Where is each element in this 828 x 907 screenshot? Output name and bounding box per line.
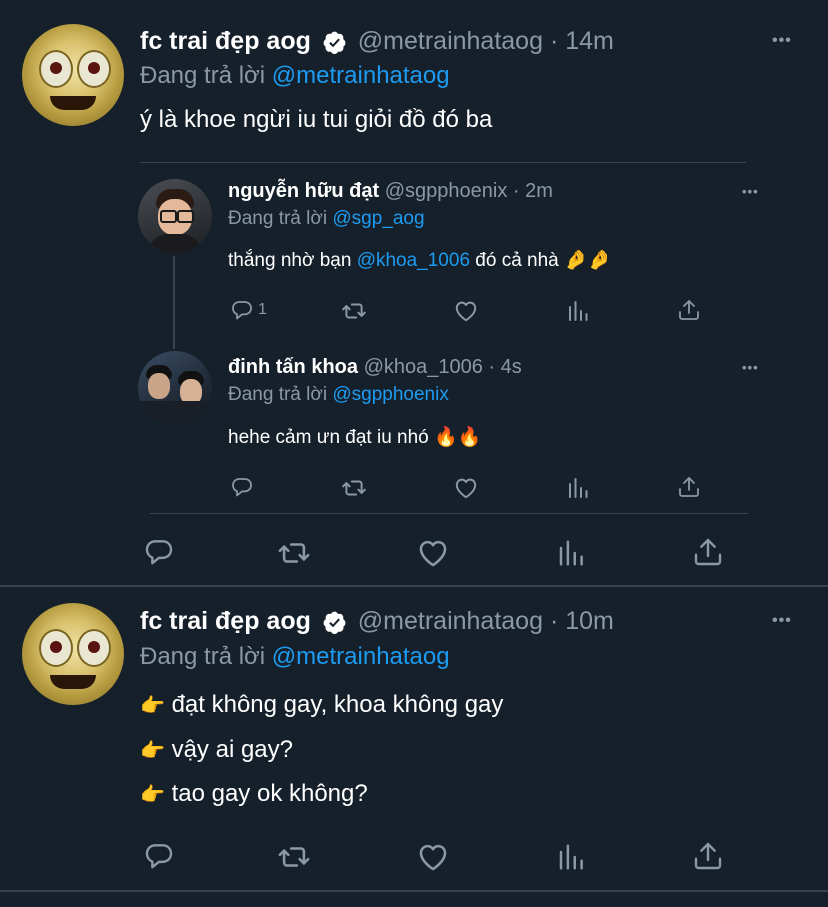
analytics-button[interactable]	[556, 536, 586, 570]
like-button[interactable]	[453, 298, 479, 324]
tweet-text: hehe cảm ưn đạt iu nhó	[228, 427, 435, 448]
tweet-1[interactable]: fc trai đẹp aog @metrainhataog · 14m •••…	[0, 0, 828, 585]
more-options-icon[interactable]: •••	[772, 612, 792, 630]
retweet-button[interactable]	[341, 475, 367, 501]
replying-to-label: Đang trả lời	[140, 62, 266, 89]
replying-to-link[interactable]: @metrainhataog	[272, 62, 450, 89]
retweet-icon	[277, 840, 311, 874]
tweet-2[interactable]: fc trai đẹp aog @metrainhataog · 10m •••…	[0, 587, 828, 891]
replying-to-link[interactable]: @metrainhataog	[272, 643, 450, 670]
tweet-text: vậy ai gay?	[171, 736, 293, 763]
retweet-icon	[277, 536, 311, 570]
tweet-text: tao gay ok không?	[171, 780, 368, 807]
reply-icon	[230, 298, 254, 322]
tweet-line: 👉 vậy ai gay?	[140, 736, 293, 764]
avatar[interactable]	[138, 351, 212, 425]
replying-to-link[interactable]: @sgp_aog	[332, 208, 424, 229]
analytics-icon	[566, 298, 590, 324]
timestamp[interactable]: 4s	[501, 356, 522, 378]
display-name[interactable]: đinh tấn khoa	[228, 356, 358, 378]
heart-icon	[453, 298, 479, 324]
tweet-text: ý là khoe ngừi iu tui giỏi đồ đó ba	[140, 106, 493, 133]
separator-dot: ·	[549, 607, 559, 635]
display-name[interactable]: nguyễn hữu đạt	[228, 180, 379, 202]
retweet-icon	[341, 298, 367, 324]
handle[interactable]: @khoa_1006	[364, 356, 483, 378]
tweet-text: đó cả nhà	[470, 250, 565, 271]
separator-dot: ·	[549, 27, 559, 55]
retweet-button[interactable]	[277, 536, 311, 570]
tweet-separator	[0, 890, 828, 892]
like-button[interactable]	[416, 536, 450, 570]
display-name[interactable]: fc trai đẹp aog	[140, 607, 311, 635]
share-button[interactable]	[677, 298, 701, 322]
avatar[interactable]	[138, 179, 212, 253]
tweet-text: thắng nhờ bạn	[228, 250, 357, 271]
like-button[interactable]	[453, 475, 479, 501]
heart-icon	[416, 536, 450, 570]
verified-badge-icon	[322, 30, 347, 55]
reply-button[interactable]	[143, 536, 175, 568]
pointing-hand-emoji: 👉	[140, 740, 165, 762]
share-button[interactable]	[692, 840, 724, 872]
handle[interactable]: @metrainhataog	[358, 607, 543, 635]
tweet-text: đạt không gay, khoa không gay	[171, 691, 504, 718]
more-options-icon[interactable]: •••	[742, 184, 759, 199]
pointing-hand-emoji: 👉	[140, 695, 165, 717]
share-button[interactable]	[692, 536, 724, 568]
retweet-button[interactable]	[341, 298, 367, 324]
timestamp[interactable]: 14m	[565, 27, 614, 55]
thread-line	[173, 256, 175, 349]
reply-button[interactable]: 1	[230, 298, 267, 322]
analytics-icon	[566, 475, 590, 501]
handle[interactable]: @sgpphoenix	[385, 180, 508, 202]
display-name[interactable]: fc trai đẹp aog	[140, 27, 311, 55]
tweet-line: 👉 tao gay ok không?	[140, 780, 368, 808]
analytics-button[interactable]	[566, 298, 590, 324]
heart-icon	[416, 840, 450, 874]
heart-icon	[453, 475, 479, 501]
share-icon	[692, 840, 724, 872]
like-button[interactable]	[416, 840, 450, 874]
reply-icon	[230, 475, 254, 499]
separator-dot: ·	[488, 356, 496, 378]
replying-to-label: Đang trả lời	[228, 384, 328, 405]
more-options-icon[interactable]: •••	[742, 360, 759, 375]
reply-button[interactable]	[143, 840, 175, 872]
more-options-icon[interactable]: •••	[772, 32, 792, 50]
retweet-button[interactable]	[277, 840, 311, 874]
replying-to-link[interactable]: @sgpphoenix	[332, 384, 448, 405]
divider	[140, 162, 746, 163]
avatar[interactable]	[22, 603, 124, 705]
avatar[interactable]	[22, 24, 124, 126]
reply-icon	[143, 536, 175, 568]
mention-link[interactable]: @khoa_1006	[357, 250, 470, 271]
reply-icon	[143, 840, 175, 872]
retweet-icon	[341, 475, 367, 501]
analytics-button[interactable]	[566, 475, 590, 501]
share-button[interactable]	[677, 475, 701, 499]
analytics-icon	[556, 840, 586, 874]
timestamp[interactable]: 10m	[565, 607, 614, 635]
analytics-icon	[556, 536, 586, 570]
replying-to-label: Đang trả lời	[140, 643, 266, 670]
tweet-line: 👉 đạt không gay, khoa không gay	[140, 691, 503, 719]
reply-count: 1	[258, 301, 267, 318]
timestamp[interactable]: 2m	[525, 180, 553, 202]
handle[interactable]: @metrainhataog	[358, 27, 543, 55]
pinched-fingers-emoji: 🤌🤌	[564, 250, 612, 271]
fire-emoji: 🔥🔥	[434, 427, 482, 448]
verified-badge-icon	[322, 610, 347, 635]
separator-dot: ·	[512, 180, 520, 202]
reply-button[interactable]	[230, 475, 254, 499]
share-icon	[692, 536, 724, 568]
pointing-hand-emoji: 👉	[140, 784, 165, 806]
analytics-button[interactable]	[556, 840, 586, 874]
divider	[150, 513, 748, 514]
replying-to-label: Đang trả lời	[228, 208, 328, 229]
share-icon	[677, 298, 701, 322]
share-icon	[677, 475, 701, 499]
